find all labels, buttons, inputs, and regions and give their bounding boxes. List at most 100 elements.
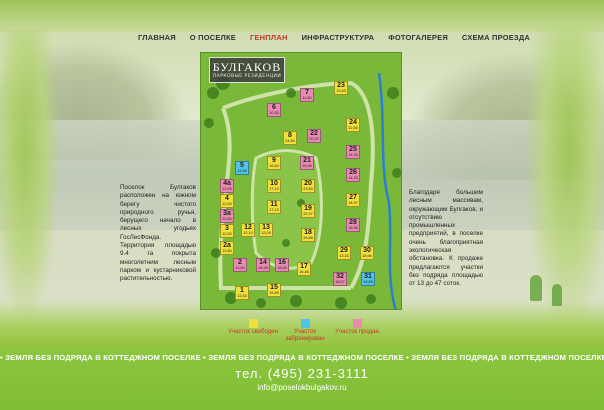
plot-area: 17,13 — [269, 208, 279, 212]
plot-27[interactable]: 27 14,97 — [346, 193, 360, 207]
plot-7[interactable]: 7 11,80 — [300, 88, 314, 102]
nav-item-infrastructure[interactable]: ИНФРАСТРУКТУРА — [302, 33, 375, 47]
plot-area: 12,00 — [222, 202, 232, 206]
plot-number: 24 — [349, 119, 357, 126]
plot-13[interactable]: 13 12,09 — [259, 223, 273, 237]
plot-area: 17,13 — [269, 187, 279, 191]
plot-area: 12,60 — [235, 266, 245, 270]
plot-number: 5 — [240, 162, 244, 169]
plot-number: 30 — [363, 247, 371, 254]
plot-area: 12,09 — [261, 231, 271, 235]
plot-32[interactable]: 32 18,57 — [333, 272, 347, 286]
plot-15[interactable]: 15 15,89 — [267, 283, 281, 297]
plot-3[interactable]: 3 12,00 — [220, 224, 234, 238]
plot-area: 18,90 — [277, 266, 287, 270]
plot-area: 15,89 — [269, 291, 279, 295]
plot-2[interactable]: 2 12,60 — [233, 258, 247, 272]
plot-number: 6 — [272, 104, 276, 111]
nav-item-masterplan[interactable]: ГЕНПЛАН — [250, 33, 288, 47]
plot-18[interactable]: 18 26,88 — [301, 228, 315, 242]
plot-area: 16,40 — [269, 164, 279, 168]
plot-number: 26 — [349, 169, 357, 176]
legend-label: Участок продан — [335, 329, 379, 335]
plot-number: 23 — [337, 82, 345, 89]
plot-number: 1 — [240, 287, 244, 294]
plot-10[interactable]: 10 17,13 — [267, 179, 281, 193]
plot-area: 23,83 — [303, 187, 313, 191]
plot-number: 3 — [225, 225, 229, 232]
plot-3a[interactable]: 3a 12,60 — [220, 209, 234, 223]
plot-6[interactable]: 6 10,53 — [267, 103, 281, 117]
plot-8[interactable]: 8 24,56 — [283, 131, 297, 145]
main-nav: ГЛАВНАЯ О ПОСЕЛКЕ ГЕНПЛАН ИНФРАСТРУКТУРА… — [138, 33, 530, 47]
plot-12[interactable]: 12 12,10 — [241, 223, 255, 237]
plot-area: 12,00 — [222, 187, 232, 191]
plot-area: 24,56 — [285, 139, 295, 143]
nav-item-home[interactable]: ГЛАВНАЯ — [138, 33, 176, 47]
plot-area: 11,55 — [237, 169, 247, 173]
nav-item-about[interactable]: О ПОСЕЛКЕ — [190, 33, 236, 47]
plot-28[interactable]: 28 15,36 — [346, 218, 360, 232]
plot-4[interactable]: 4 12,00 — [220, 194, 234, 208]
plot-area: 16,46 — [299, 270, 309, 274]
plot-14[interactable]: 14 18,39 — [256, 258, 270, 272]
plot-legend: Участок свободен Участок забронирован Уч… — [228, 319, 379, 345]
plot-area: 11,80 — [302, 96, 312, 100]
plot-area: 12,00 — [222, 232, 232, 236]
plot-5[interactable]: 5 11,55 — [235, 161, 249, 175]
plot-area: 15,36 — [348, 226, 358, 230]
nav-item-gallery[interactable]: ФОТОГАЛЕРЕЯ — [388, 33, 448, 47]
plot-31[interactable]: 31 16,83 — [361, 272, 375, 286]
plot-1[interactable]: 1 12,53 — [235, 286, 249, 300]
plot-area: 18,57 — [335, 280, 345, 284]
plot-24[interactable]: 24 12,56 — [346, 118, 360, 132]
plot-16[interactable]: 16 18,90 — [275, 258, 289, 272]
plot-number: 19 — [304, 205, 312, 212]
plot-9[interactable]: 9 16,40 — [267, 156, 281, 170]
runner-silhouette-icon — [552, 284, 562, 306]
plot-area: 20,20 — [309, 137, 319, 141]
legend-swatch-free — [248, 319, 258, 328]
legend-swatch-reserved — [300, 319, 310, 328]
runner-silhouette-icon — [530, 275, 542, 301]
plot-area: 14,97 — [348, 201, 358, 205]
plot-22[interactable]: 22 20,20 — [307, 129, 321, 143]
plot-number: 4 — [225, 195, 229, 202]
plot-11[interactable]: 11 17,13 — [267, 200, 281, 214]
plot-26[interactable]: 26 14,33 — [346, 168, 360, 182]
plot-number: 29 — [340, 247, 348, 254]
plot-area: 12,53 — [237, 294, 247, 298]
plot-number: 14 — [259, 259, 267, 266]
plot-17[interactable]: 17 16,46 — [297, 262, 311, 276]
plot-number: 28 — [349, 219, 357, 226]
plot-21[interactable]: 21 26,96 — [300, 156, 314, 170]
plot-number: 8 — [288, 132, 292, 139]
plot-number: 21 — [303, 157, 311, 164]
legend-label: Участок свободен — [228, 329, 278, 335]
page: ГЛАВНАЯ О ПОСЕЛКЕ ГЕНПЛАН ИНФРАСТРУКТУРА… — [0, 0, 604, 410]
plot-2a[interactable]: 2a 12,60 — [220, 241, 234, 255]
contact-phone[interactable]: тел. (495) 231-3111 — [0, 366, 604, 381]
plot-area: 18,96 — [362, 254, 372, 258]
plot-23[interactable]: 23 12,63 — [334, 81, 348, 95]
plot-25[interactable]: 25 14,33 — [346, 145, 360, 159]
plot-area: 12,63 — [336, 89, 346, 93]
plot-area: 14,33 — [348, 153, 358, 157]
plot-number: 12 — [244, 224, 252, 231]
plot-number: 31 — [364, 273, 372, 280]
village-logo: БУЛГАКОВ ПАРКОВЫЕ РЕЗИДЕНЦИИ — [209, 57, 285, 83]
contact-email[interactable]: info@poselokbulgakov.ru — [0, 383, 604, 392]
plot-number: 20 — [304, 180, 312, 187]
plot-area: 18,39 — [258, 266, 268, 270]
plot-30[interactable]: 30 18,96 — [360, 246, 374, 260]
plot-20[interactable]: 20 23,83 — [301, 179, 315, 193]
legend-item-free: Участок свободен — [228, 319, 278, 336]
nav-item-directions[interactable]: СХЕМА ПРОЕЗДА — [462, 33, 530, 47]
plot-area: 26,96 — [302, 164, 312, 168]
plot-29[interactable]: 29 13,33 — [337, 246, 351, 260]
plot-4a[interactable]: 4a 12,00 — [220, 179, 234, 193]
plot-number: 7 — [305, 89, 309, 96]
legend-label: Участок забронирован — [285, 329, 325, 342]
plot-19[interactable]: 19 22,97 — [301, 204, 315, 218]
about-text-left: Поселок Булгаков расположен на южном бер… — [120, 184, 196, 283]
